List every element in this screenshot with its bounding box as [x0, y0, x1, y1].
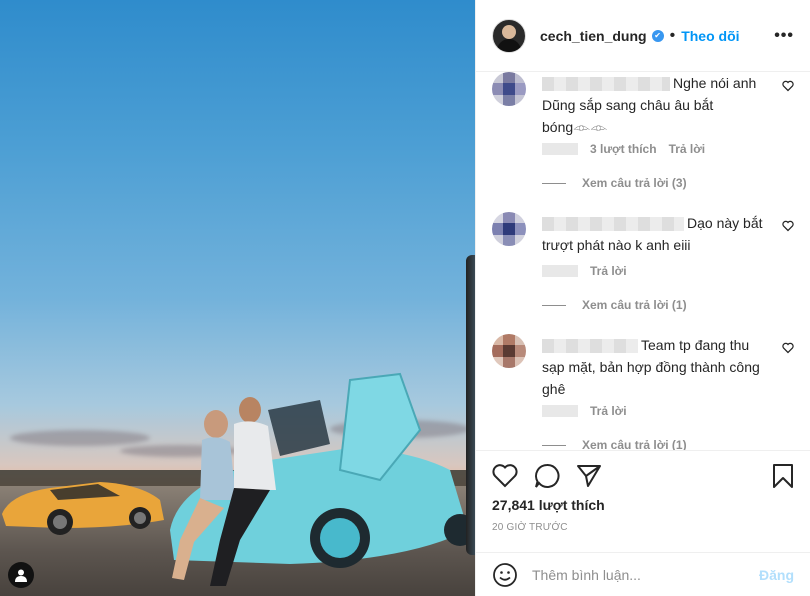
- cloud: [10, 430, 150, 446]
- pixelated-avatar: [492, 212, 526, 246]
- avatar-pixel: [503, 356, 515, 368]
- like-comment-icon[interactable]: [782, 220, 794, 235]
- username[interactable]: cech_tien_dung: [540, 28, 647, 44]
- avatar-pixel: [492, 345, 504, 357]
- blurred-username[interactable]: [542, 339, 638, 354]
- blurred-username[interactable]: [542, 77, 670, 92]
- avatar-pixel: [492, 72, 504, 84]
- post-side-panel: cech_tien_dung ✔ • Theo dõi ••• Nghe nói…: [475, 0, 810, 596]
- comment-meta: Trả lời: [542, 404, 627, 418]
- comment-meta: Trả lời: [542, 264, 627, 278]
- divider-line: [542, 304, 566, 306]
- reply-button[interactable]: Trả lời: [590, 264, 627, 278]
- avatar-pixel: [492, 83, 504, 95]
- view-replies-button[interactable]: Xem câu trả lời (3): [542, 176, 687, 190]
- couple: [172, 397, 276, 586]
- comment-item: Team tp đang thu sạp mặt, bản hợp đồng t…: [492, 334, 794, 450]
- view-replies-button[interactable]: Xem câu trả lời (1): [542, 298, 687, 312]
- like-comment-icon[interactable]: [782, 342, 794, 357]
- follow-button[interactable]: Theo dõi: [681, 28, 739, 44]
- reply-button[interactable]: Trả lời: [669, 142, 706, 156]
- comment-avatar[interactable]: [492, 72, 526, 106]
- avatar-pixel: [503, 234, 515, 246]
- avatar-pixel: [503, 83, 515, 95]
- comment-time: [542, 265, 578, 277]
- verified-badge-icon: ✔: [651, 29, 664, 42]
- photo-edge-detail: [466, 255, 475, 555]
- user-tag-icon: [15, 569, 27, 582]
- pixelated-avatar: [492, 72, 526, 106]
- action-bar: [476, 450, 810, 500]
- avatar-pixel: [492, 94, 504, 106]
- heart-icon[interactable]: [492, 463, 518, 488]
- avatar-pixel: [503, 345, 515, 357]
- divider-line: [542, 182, 566, 184]
- more-options-icon[interactable]: •••: [774, 27, 794, 45]
- emoji-icon[interactable]: [492, 562, 518, 588]
- separator: •: [669, 26, 676, 44]
- post-header: cech_tien_dung ✔ • Theo dõi •••: [476, 0, 810, 72]
- avatar-pixel: [514, 345, 526, 357]
- avatar-pixel: [514, 356, 526, 368]
- avatar-pixel: [492, 356, 504, 368]
- avatar-pixel: [503, 212, 515, 224]
- share-icon[interactable]: [576, 464, 602, 488]
- comment-avatar[interactable]: [492, 334, 526, 368]
- divider-line: [542, 444, 566, 446]
- post-time: 20 GIỜ TRƯỚC: [492, 522, 568, 533]
- avatar-pixel: [514, 212, 526, 224]
- avatar-pixel: [514, 83, 526, 95]
- comment-item: Dạo này bắt trượt phát nào k anh eiii Tr…: [492, 212, 794, 322]
- orange-car: [2, 482, 164, 535]
- avatar-pixel: [514, 223, 526, 235]
- comment-text-block: Nghe nói anh Dũng sắp sang châu âu bắt b…: [542, 72, 768, 138]
- avatar-pixel: [492, 212, 504, 224]
- view-replies-button[interactable]: Xem câu trả lời (1): [542, 438, 687, 450]
- blurred-username[interactable]: [542, 217, 684, 232]
- avatar-pixel: [514, 334, 526, 346]
- bookmark-icon[interactable]: [772, 463, 794, 489]
- comment-time: [542, 405, 578, 417]
- avatar-pixel: [503, 223, 515, 235]
- avatar[interactable]: [492, 18, 526, 53]
- view-replies-label: Xem câu trả lời (1): [582, 298, 687, 312]
- pixelated-avatar: [492, 334, 526, 368]
- avatar-pixel: [503, 334, 515, 346]
- reply-button[interactable]: Trả lời: [590, 404, 627, 418]
- avatar-pixel: [503, 72, 515, 84]
- comment-meta: 3 lượt thích Trả lời: [542, 142, 705, 156]
- view-replies-label: Xem câu trả lời (3): [582, 176, 687, 190]
- avatar-pixel: [492, 223, 504, 235]
- user-tag-button[interactable]: [8, 562, 34, 588]
- comment-icon[interactable]: [534, 463, 560, 489]
- comment-text-block: Team tp đang thu sạp mặt, bản hợp đồng t…: [542, 334, 768, 400]
- comment-item: Nghe nói anh Dũng sắp sang châu âu bắt b…: [492, 72, 794, 202]
- avatar-pixel: [492, 334, 504, 346]
- comment-time: [542, 143, 578, 155]
- avatar-pixel: [514, 234, 526, 246]
- likes-count[interactable]: 27,841 lượt thích: [492, 497, 605, 513]
- comment-avatar[interactable]: [492, 212, 526, 246]
- view-replies-label: Xem câu trả lời (1): [582, 438, 687, 450]
- avatar-pixel: [503, 94, 515, 106]
- comment-composer: Thêm bình luận... Đăng: [476, 552, 810, 596]
- post-photo[interactable]: [0, 0, 475, 596]
- comment-text-block: Dạo này bắt trượt phát nào k anh eiii: [542, 212, 768, 256]
- comments-list[interactable]: Nghe nói anh Dũng sắp sang châu âu bắt b…: [476, 72, 810, 450]
- comment-likes[interactable]: 3 lượt thích: [590, 142, 657, 156]
- comment-input[interactable]: Thêm bình luận...: [532, 567, 641, 583]
- like-comment-icon[interactable]: [782, 80, 794, 95]
- post-comment-button[interactable]: Đăng: [759, 567, 794, 583]
- avatar-pixel: [514, 72, 526, 84]
- avatar-pixel: [492, 234, 504, 246]
- avatar-pixel: [514, 94, 526, 106]
